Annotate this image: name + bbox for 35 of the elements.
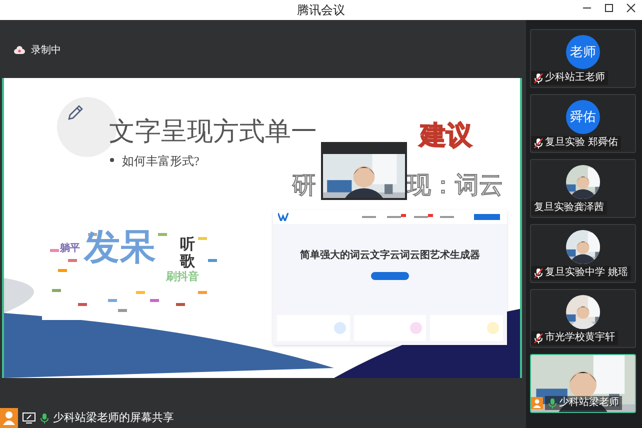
- pencil-icon: [66, 104, 84, 122]
- slide-bullet: 如何丰富形式?: [122, 153, 200, 170]
- participant-tile[interactable]: 舜佑 复旦实验 郑舜佑: [530, 94, 636, 153]
- participant-name: 复旦实验 郑舜佑: [545, 137, 618, 149]
- slide-subtitle: 现：词云: [407, 172, 503, 201]
- person-icon: [0, 408, 18, 428]
- participant-name: 复旦实验中学 姚瑶: [545, 267, 628, 279]
- participant-name: 少科站梁老师: [559, 397, 619, 409]
- slide-subtitle: 研: [292, 172, 316, 201]
- participant-tile[interactable]: 复旦实验中学 姚瑶: [530, 224, 636, 283]
- avatar: 老师: [566, 35, 600, 69]
- word-cloud-word: 躺平: [60, 242, 80, 256]
- screen-share-icon: [22, 412, 36, 424]
- avatar: 舜佑: [566, 100, 600, 134]
- person-icon: [531, 397, 543, 409]
- participant-name: 复旦实验龚泽茜: [534, 202, 604, 214]
- participant-name: 市光学校黄宇轩: [545, 332, 615, 344]
- word-cloud-word: 发呆: [84, 227, 156, 267]
- word-cloud-word: 听歌: [180, 237, 195, 270]
- close-icon[interactable]: [626, 3, 636, 13]
- window-title: 腾讯会议: [297, 2, 345, 19]
- participant-tile[interactable]: 复旦实验龚泽茜: [530, 159, 636, 218]
- maximize-icon[interactable]: [604, 3, 614, 13]
- cloud-icon: [14, 46, 25, 54]
- website-headline: 简单强大的词云文字云词云图艺术生成器: [300, 248, 480, 263]
- word-cloud-word: 刷抖音: [166, 270, 199, 285]
- slide-title: 文字呈现方式单一: [109, 116, 317, 148]
- recording-label: 录制中: [31, 44, 61, 58]
- participant-tile[interactable]: 老师 少科站王老师: [530, 29, 636, 88]
- participant-tile[interactable]: 少科站梁老师: [530, 354, 636, 413]
- participant-tile[interactable]: 市光学校黄宇轩: [530, 289, 636, 348]
- mic-icon: [40, 412, 49, 424]
- screen-share-label: 少科站梁老师的屏幕共享: [53, 410, 174, 426]
- suggestion-heading: 建议: [420, 120, 472, 152]
- participant-name: 少科站王老师: [545, 72, 605, 84]
